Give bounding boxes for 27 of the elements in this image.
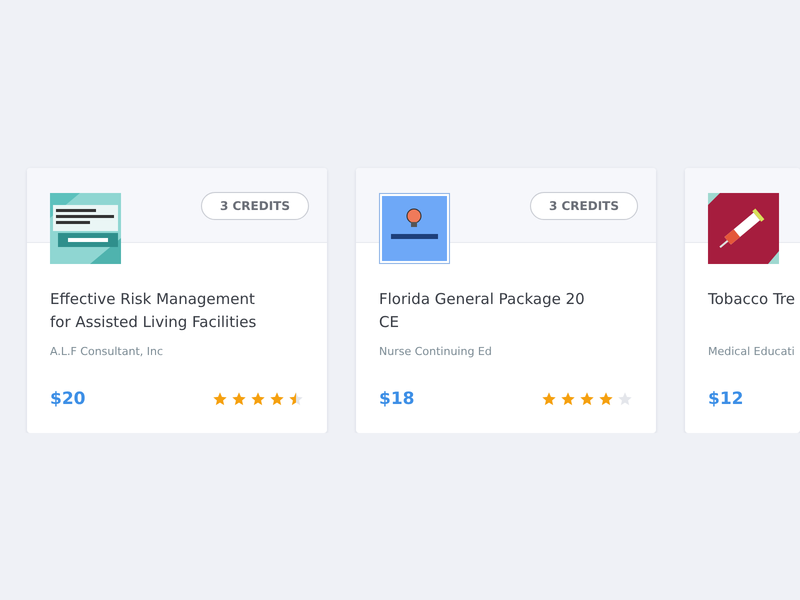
star-icon [598,391,614,407]
star-icon [269,391,285,407]
course-title: Florida General Package 20 CE [379,289,586,333]
thumbnail-drawing [379,193,450,264]
star-icon [231,391,247,407]
provider-name: Medical Educati [708,345,795,358]
thumbnail-drawing [708,193,779,264]
course-title: Effective Risk Management for Assisted Living Facilities [50,289,258,333]
star-icon [541,391,557,407]
course-card[interactable]: 3 CREDITS Effective Risk Management for Assisted Living Facilities A.L.F Consultant, Inc $20 [27,168,327,433]
provider-name: Nurse Continuing Ed [379,345,492,358]
course-card[interactable]: 3 CREDITS Florida General Package 20 CE Nurse Continuing Ed $18 [356,168,656,433]
credits-badge: 3 CREDITS [200,192,309,220]
star-icon [560,391,576,407]
star-icon [288,391,304,407]
star-icon [579,391,595,407]
star-icon [212,391,228,407]
star-icon [617,391,633,407]
course-price: $12 [708,389,744,409]
star-icon [250,391,266,407]
course-price: $20 [50,389,86,409]
course-price: $18 [379,389,414,409]
credits-badge: 3 CREDITS [530,192,638,220]
course-card[interactable]: Tobacco Tre Medical Educati $12 [685,168,800,433]
thumbnail-drawing [50,193,121,264]
course-title: Tobacco Tre [708,289,796,310]
provider-name: A.L.F Consultant, Inc [50,345,164,358]
